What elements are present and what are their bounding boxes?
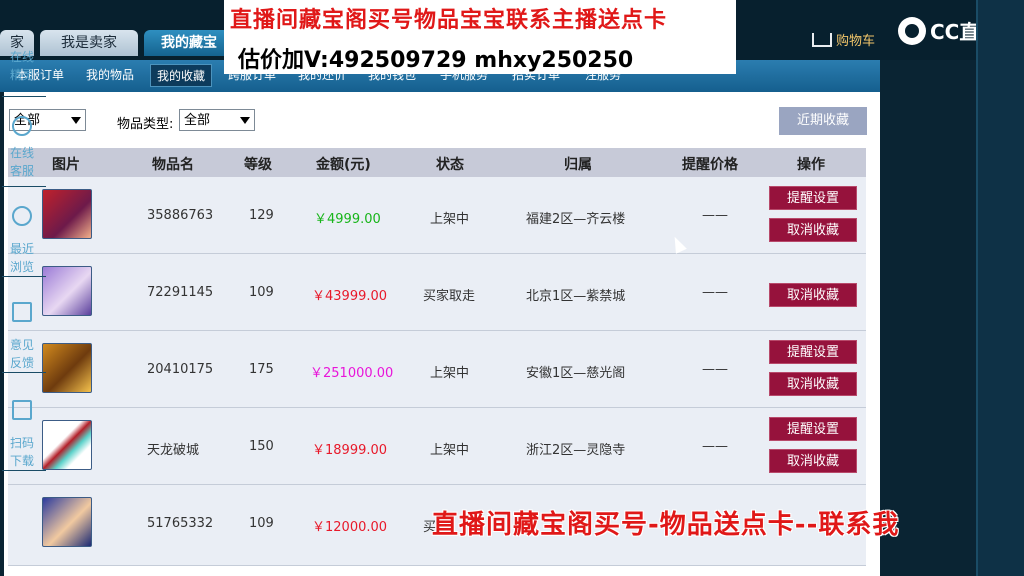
cart-icon — [812, 33, 832, 47]
item-reminder: —— — [702, 439, 728, 454]
reminder-settings-button[interactable]: 提醒设置 — [769, 186, 857, 210]
right-sidebar — [976, 0, 1024, 576]
item-server: 浙江2区—灵隐寺 — [526, 443, 626, 458]
item-status: 上架中 — [430, 443, 470, 458]
col-name: 物品名 — [152, 157, 194, 173]
sidebar-label: 客服 — [10, 164, 35, 178]
item-type-select[interactable]: 全部 — [179, 109, 255, 131]
col-price: 金额(元) — [316, 157, 371, 173]
item-avatar[interactable] — [42, 189, 92, 239]
cancel-favorite-button[interactable]: 取消收藏 — [769, 218, 857, 242]
item-level: 109 — [249, 285, 274, 300]
cancel-favorite-button[interactable]: 取消收藏 — [769, 449, 857, 473]
sidebar-item-online-sprite[interactable]: 在线 精灵 — [2, 20, 46, 97]
sidebar-label: 下载 — [10, 454, 35, 468]
cart-link[interactable]: 购物车 — [812, 30, 875, 49]
item-type-label: 物品类型: — [117, 117, 174, 132]
reminder-settings-button[interactable]: 提醒设置 — [769, 417, 857, 441]
overlay-line1: 直播间藏宝阁买号物品宝宝联系主播送点卡 — [230, 8, 668, 33]
sidebar-item-online-service[interactable]: 在线 客服 — [2, 110, 46, 187]
tab-my-treasure[interactable]: 我的藏宝 — [144, 30, 234, 56]
item-price: ￥18999.00 — [312, 443, 388, 458]
sidebar-label: 意见 — [10, 338, 35, 352]
col-reminder: 提醒价格 — [682, 157, 738, 173]
item-server: 福建2区—齐云楼 — [526, 212, 626, 227]
item-server: 北京1区—紫禁城 — [526, 289, 626, 304]
sidebar-label: 浏览 — [10, 260, 35, 274]
chevron-down-icon — [240, 117, 250, 124]
item-level: 109 — [249, 516, 274, 531]
cart-label: 购物车 — [836, 34, 876, 49]
cc-logo-icon — [898, 17, 926, 45]
sidebar-label: 在线 — [10, 146, 35, 160]
clock-icon — [12, 206, 32, 226]
reminder-settings-button[interactable]: 提醒设置 — [769, 340, 857, 364]
sidebar-item-recent[interactable]: 最近 浏览 — [2, 200, 46, 277]
item-name: 72291145 — [147, 285, 214, 300]
sidebar-label: 在线 — [10, 50, 35, 64]
sidebar-label: 反馈 — [10, 356, 35, 370]
item-reminder: —— — [702, 362, 728, 377]
edit-icon — [12, 302, 32, 322]
qrcode-icon — [12, 400, 32, 420]
col-actions: 操作 — [797, 157, 825, 173]
item-name: 天龙破城 — [147, 443, 200, 458]
item-server: 安徽1区—慈光阁 — [526, 366, 626, 381]
sidebar-item-feedback[interactable]: 意见 反馈 — [2, 296, 46, 373]
overlay-banner-bottom: 直播间藏宝阁买号-物品送点卡--联系我 — [432, 510, 900, 540]
item-avatar[interactable] — [42, 497, 92, 547]
col-level: 等级 — [244, 157, 272, 173]
select-value: 全部 — [184, 113, 211, 128]
item-status: 上架中 — [430, 366, 470, 381]
col-status: 状态 — [436, 157, 464, 173]
item-reminder: —— — [702, 285, 728, 300]
overlay-line2: 估价加V:492509729 mhxy250250 — [238, 48, 634, 73]
item-price: ￥4999.00 — [314, 212, 381, 227]
cancel-favorite-button[interactable]: 取消收藏 — [769, 372, 857, 396]
col-image: 图片 — [52, 157, 80, 173]
subnav-item-active[interactable]: 我的收藏 — [150, 64, 213, 87]
item-avatar[interactable] — [42, 343, 92, 393]
item-avatar[interactable] — [42, 420, 92, 470]
recent-favorites-button[interactable]: 近期收藏 — [779, 107, 867, 135]
item-price: ￥251000.00 — [310, 366, 394, 381]
item-name: 35886763 — [147, 208, 214, 223]
sidebar-item-download[interactable]: 扫码 下载 — [2, 394, 46, 471]
sidebar-label: 最近 — [10, 242, 35, 256]
tab-seller[interactable]: 我是卖家 — [40, 30, 138, 56]
item-level: 150 — [249, 439, 274, 454]
item-reminder: —— — [702, 208, 728, 223]
item-status: 上架中 — [430, 212, 470, 227]
col-server: 归属 — [564, 157, 592, 173]
item-name: 51765332 — [147, 516, 214, 531]
sidebar-label: 扫码 — [10, 436, 35, 450]
item-level: 129 — [249, 208, 274, 223]
item-name: 20410175 — [147, 362, 214, 377]
chevron-down-icon — [71, 117, 81, 124]
item-level: 175 — [249, 362, 274, 377]
headset-icon — [12, 116, 32, 136]
item-price: ￥43999.00 — [312, 289, 388, 304]
item-avatar[interactable] — [42, 266, 92, 316]
item-price: ￥12000.00 — [312, 520, 388, 535]
item-status: 买家取走 — [423, 289, 476, 304]
cancel-favorite-button[interactable]: 取消收藏 — [769, 283, 857, 307]
sidebar-label: 精灵 — [10, 68, 35, 82]
subnav-item[interactable]: 我的物品 — [86, 66, 134, 83]
